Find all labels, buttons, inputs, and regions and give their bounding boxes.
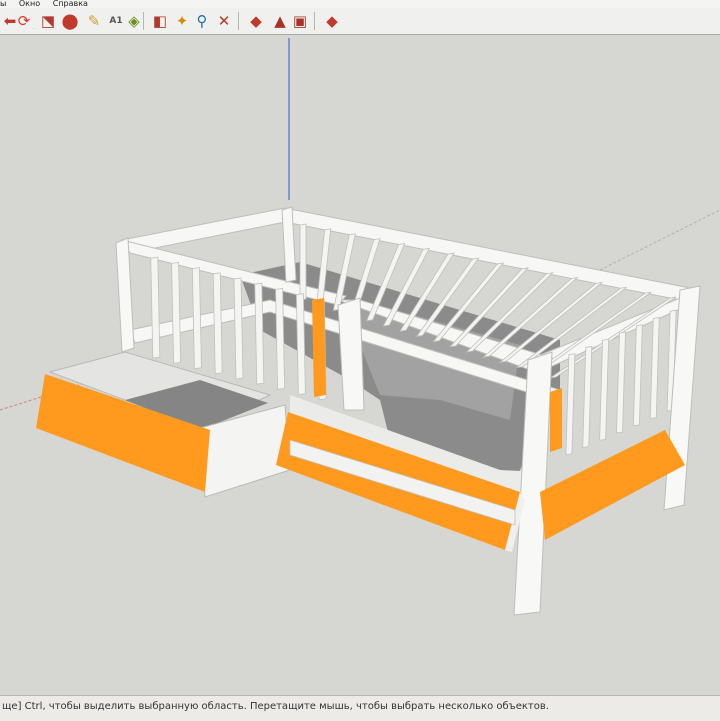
toolbar-separator	[238, 12, 239, 30]
bed-model	[0, 38, 720, 616]
section-plane-icon[interactable]: ◧	[150, 11, 170, 31]
back-top-rail	[121, 207, 701, 303]
paint-bucket-icon[interactable]: ⬤	[60, 11, 80, 31]
drawer-left[interactable]	[36, 351, 291, 498]
front-slat	[171, 261, 182, 364]
model-viewport[interactable]	[0, 35, 720, 695]
status-text: ще] Ctrl, чтобы выделить выбранную облас…	[2, 701, 549, 712]
front-slat	[191, 267, 202, 370]
front-slat	[233, 277, 244, 380]
end-slat	[649, 317, 660, 419]
front-slat	[212, 272, 223, 375]
front-middle-post	[337, 297, 365, 411]
status-bar: ще] Ctrl, чтобы выделить выбранную облас…	[0, 695, 720, 721]
front-slat	[254, 282, 265, 385]
scale-tool-icon[interactable]: ⬔	[38, 11, 58, 31]
share-model-icon[interactable]: ◆	[322, 11, 342, 31]
end-slat	[599, 338, 610, 441]
front-slat	[275, 287, 286, 390]
menu-item-view[interactable]: ы	[0, 0, 6, 8]
extension-icon[interactable]: ▣	[290, 11, 310, 31]
zoom-icon[interactable]: ⚲	[192, 11, 212, 31]
toolbar-separator	[314, 12, 315, 30]
tape-measure-icon[interactable]: ✎	[84, 11, 104, 31]
warehouse-icon[interactable]: ▲	[270, 11, 290, 31]
materials-icon[interactable]: ◈	[124, 11, 144, 31]
left-back-post	[115, 237, 135, 353]
walk-tool-icon[interactable]: ✦	[172, 11, 192, 31]
green-axis	[599, 209, 720, 271]
front-slat	[295, 293, 306, 396]
menu-item-help[interactable]: Справка	[53, 0, 88, 8]
front-slat	[150, 256, 161, 359]
end-slat	[632, 324, 643, 427]
menu-bar: ы Окно Справка	[0, 0, 720, 8]
menu-item-window[interactable]: Окно	[19, 0, 40, 8]
zoom-extents-icon[interactable]: ✕	[214, 11, 234, 31]
text-label-icon[interactable]: A1	[106, 11, 126, 31]
end-slat	[582, 346, 593, 448]
ruby-gem-icon[interactable]: ◆	[246, 11, 266, 31]
orange-post-accent	[312, 298, 326, 397]
orange-end-accent	[550, 388, 562, 452]
toolbar-separator	[143, 12, 144, 30]
orbit-icon[interactable]: ⟳	[14, 11, 34, 31]
end-slat	[616, 331, 626, 434]
toolbar: ⬅ ⟳ ⬔ ⬤ ✎ A1 ◈ ◧ ✦ ⚲ ✕ ◆ ▲ ▣ ◆	[0, 8, 720, 35]
back-slat	[299, 223, 307, 301]
